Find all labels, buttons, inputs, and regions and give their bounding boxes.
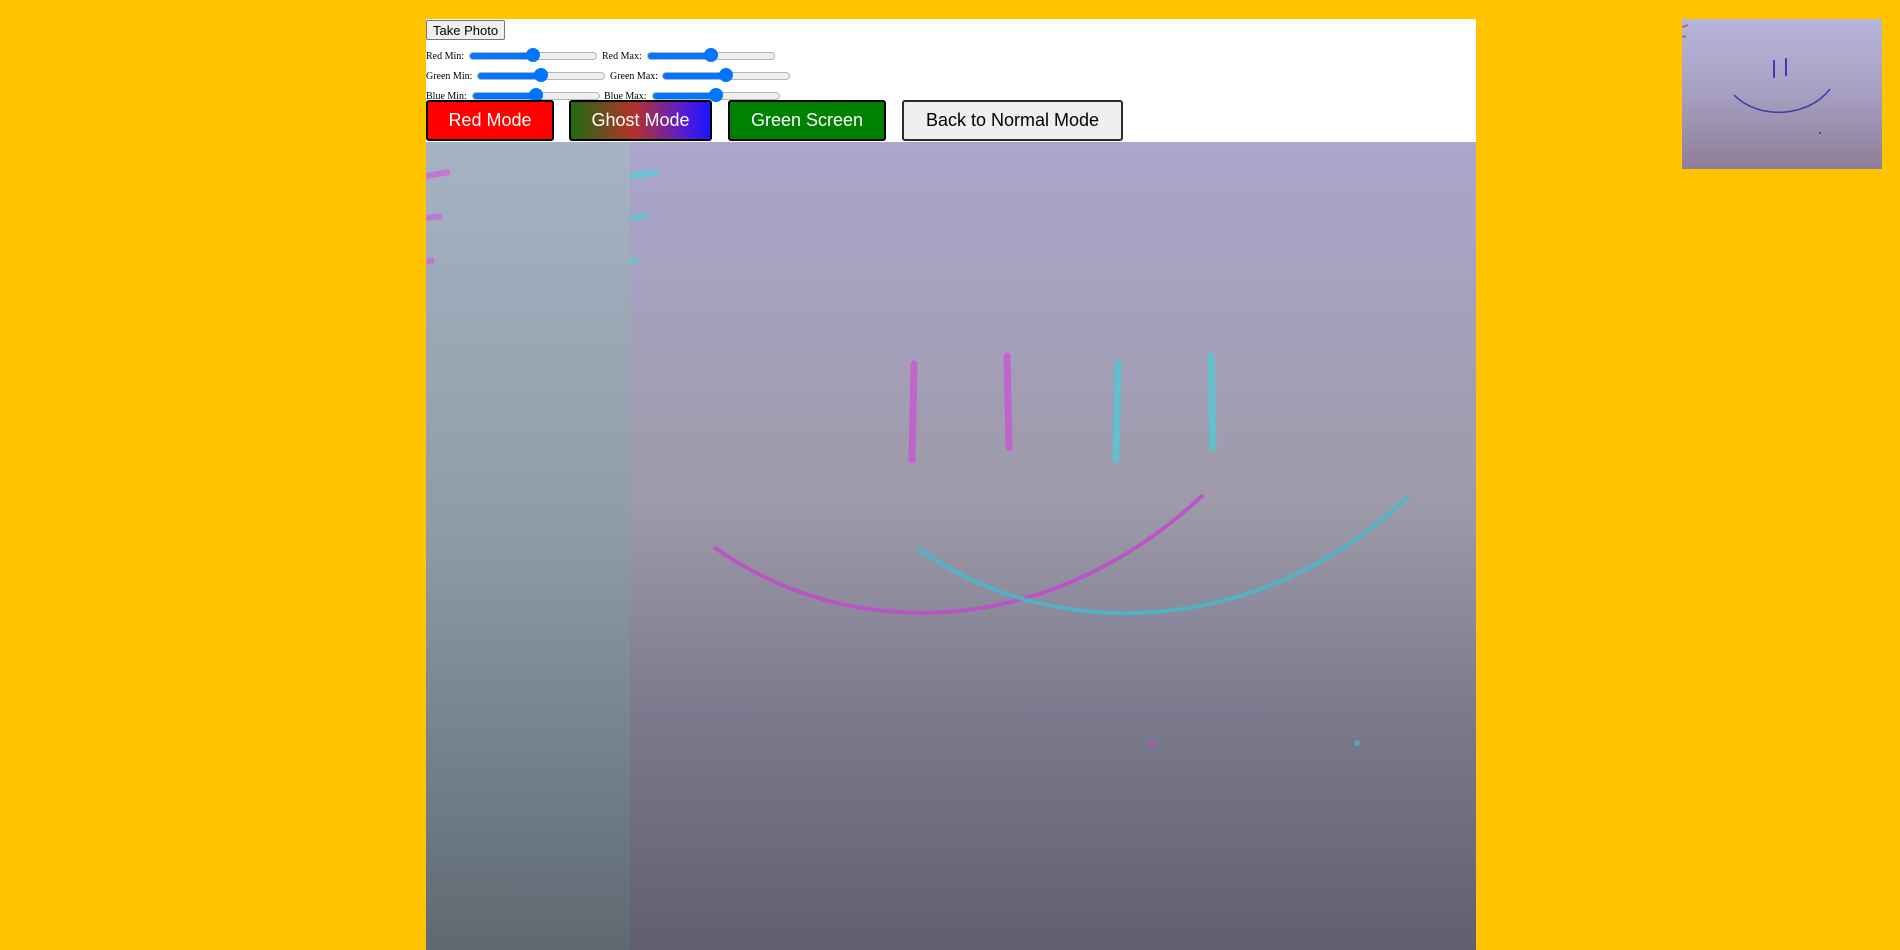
red-max-label: Red Max: <box>602 51 642 62</box>
green-max-slider[interactable] <box>662 68 790 82</box>
red-slider-row: Red Min: Red Max: <box>426 47 826 63</box>
green-min-label: Green Min: <box>426 71 473 82</box>
ghost-mode-button[interactable]: Ghost Mode <box>569 100 712 141</box>
slider-thumb[interactable] <box>526 48 540 62</box>
smiley-drawing <box>426 169 1411 746</box>
green-max-label: Green Max: <box>610 71 659 82</box>
photo-thumbnail[interactable] <box>1682 19 1882 169</box>
slider-thumb[interactable] <box>719 68 733 82</box>
video-canvas <box>426 142 1476 950</box>
blue-min-slider[interactable] <box>472 88 600 102</box>
green-screen-button[interactable]: Green Screen <box>728 100 886 141</box>
blue-max-slider[interactable] <box>652 88 780 102</box>
red-min-label: Red Min: <box>426 51 465 62</box>
green-slider-row: Green Min: Green Max: <box>426 67 826 83</box>
slider-thumb[interactable] <box>704 48 718 62</box>
slider-thumb[interactable] <box>534 68 548 82</box>
camera-app-panel: Take Photo Red Min: Red Max: Green Min: … <box>426 19 1476 950</box>
green-min-slider[interactable] <box>477 68 605 82</box>
take-photo-button[interactable]: Take Photo <box>426 20 506 40</box>
red-mode-button[interactable]: Red Mode <box>426 100 554 141</box>
red-max-slider[interactable] <box>647 48 775 62</box>
thumbnail-smiley <box>1682 24 1831 134</box>
red-min-slider[interactable] <box>469 48 597 62</box>
normal-mode-button[interactable]: Back to Normal Mode <box>902 100 1123 141</box>
